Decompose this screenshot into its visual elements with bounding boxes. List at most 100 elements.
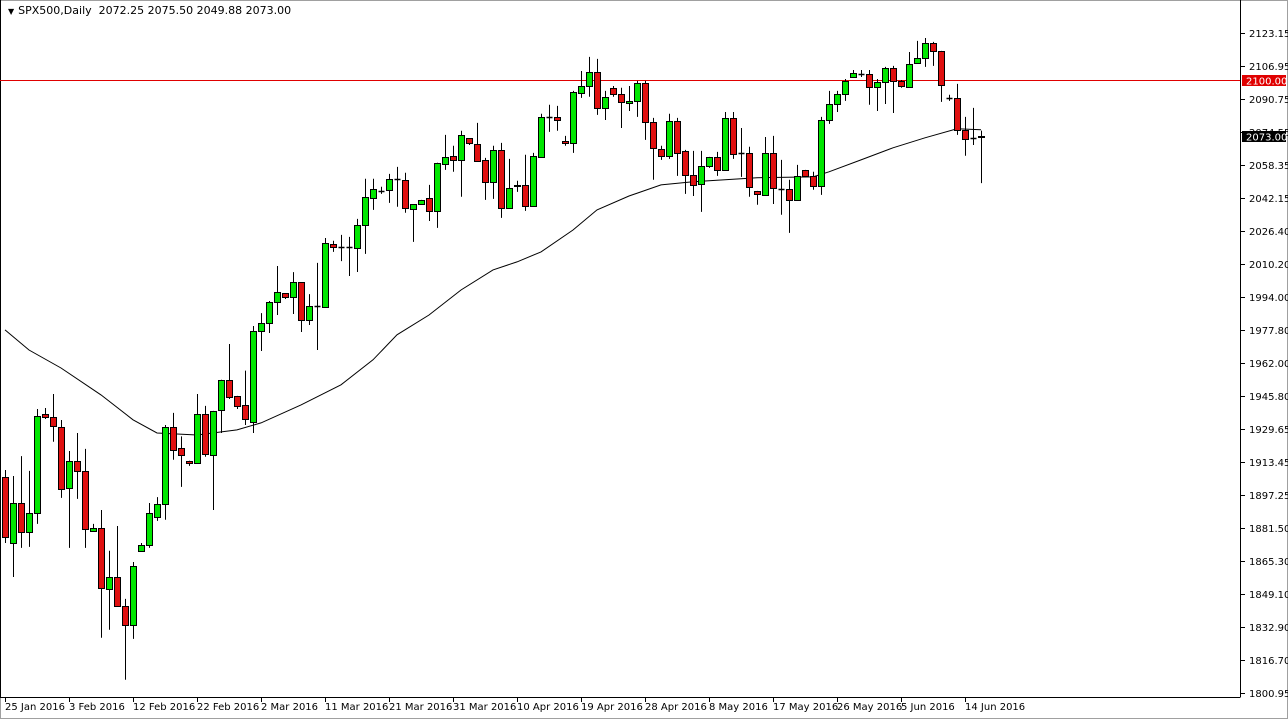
- candle[interactable]: [946, 94, 953, 101]
- candle[interactable]: [370, 178, 377, 210]
- candle[interactable]: [426, 184, 433, 221]
- candle[interactable]: [10, 475, 17, 577]
- candle[interactable]: [378, 186, 385, 194]
- candle[interactable]: [434, 162, 441, 228]
- candle[interactable]: [90, 523, 97, 532]
- candle[interactable]: [266, 301, 273, 333]
- candle[interactable]: [50, 394, 57, 442]
- candle[interactable]: [82, 448, 89, 548]
- candle[interactable]: [234, 395, 241, 409]
- candle[interactable]: [682, 149, 689, 194]
- candle[interactable]: [962, 116, 969, 156]
- candle[interactable]: [194, 394, 201, 464]
- candle[interactable]: [618, 87, 625, 128]
- candle[interactable]: [290, 272, 297, 314]
- candle[interactable]: [34, 408, 41, 524]
- candle[interactable]: [874, 78, 881, 111]
- candle[interactable]: [930, 41, 937, 66]
- candle[interactable]: [522, 154, 529, 211]
- candle[interactable]: [146, 503, 153, 548]
- candle[interactable]: [258, 313, 265, 352]
- candle[interactable]: [506, 158, 513, 209]
- candle[interactable]: [770, 135, 777, 204]
- candle[interactable]: [794, 164, 801, 201]
- candle[interactable]: [114, 525, 121, 607]
- candle[interactable]: [274, 266, 281, 315]
- candle[interactable]: [570, 90, 577, 153]
- candle[interactable]: [450, 145, 457, 172]
- candle[interactable]: [938, 50, 945, 102]
- candle[interactable]: [338, 234, 345, 262]
- candle[interactable]: [674, 117, 681, 176]
- candle[interactable]: [442, 134, 449, 170]
- candle[interactable]: [826, 90, 833, 124]
- candle[interactable]: [722, 111, 729, 171]
- candle[interactable]: [802, 169, 809, 177]
- candle[interactable]: [74, 432, 81, 499]
- candle[interactable]: [730, 111, 737, 159]
- candle[interactable]: [882, 66, 889, 104]
- candle[interactable]: [162, 424, 169, 520]
- candle[interactable]: [330, 240, 337, 252]
- candle[interactable]: [474, 122, 481, 162]
- candle[interactable]: [738, 127, 745, 177]
- candle[interactable]: [18, 456, 25, 548]
- candle[interactable]: [306, 294, 313, 326]
- candle[interactable]: [490, 145, 497, 199]
- candle[interactable]: [26, 470, 33, 547]
- candle[interactable]: [818, 116, 825, 195]
- candle[interactable]: [658, 145, 665, 160]
- candle[interactable]: [626, 85, 633, 111]
- candle[interactable]: [210, 410, 217, 510]
- candle[interactable]: [762, 136, 769, 196]
- candle[interactable]: [970, 107, 977, 145]
- candle[interactable]: [2, 470, 9, 543]
- candle[interactable]: [706, 156, 713, 168]
- candle[interactable]: [514, 180, 521, 192]
- candle[interactable]: [834, 90, 841, 112]
- candle[interactable]: [250, 326, 257, 433]
- candle[interactable]: [154, 497, 161, 521]
- candle[interactable]: [362, 178, 369, 254]
- candle[interactable]: [178, 436, 185, 487]
- candle[interactable]: [810, 171, 817, 190]
- candle[interactable]: [170, 412, 177, 460]
- candle[interactable]: [578, 70, 585, 98]
- candle[interactable]: [666, 113, 673, 159]
- candle[interactable]: [906, 51, 913, 88]
- candle[interactable]: [866, 69, 873, 105]
- candle[interactable]: [226, 344, 233, 399]
- candle[interactable]: [786, 179, 793, 233]
- candle[interactable]: [898, 80, 905, 88]
- candle[interactable]: [314, 262, 321, 350]
- candle[interactable]: [690, 150, 697, 196]
- candle[interactable]: [922, 38, 929, 67]
- candlestick-chart[interactable]: 2123.152106.952090.752074.552058.352042.…: [0, 0, 1288, 719]
- candle[interactable]: [978, 130, 985, 184]
- candle[interactable]: [466, 137, 473, 145]
- candle[interactable]: [914, 40, 921, 64]
- candle[interactable]: [530, 152, 537, 207]
- candle[interactable]: [650, 117, 657, 180]
- candle[interactable]: [610, 85, 617, 97]
- candle[interactable]: [346, 236, 353, 277]
- candle[interactable]: [402, 172, 409, 213]
- candle[interactable]: [602, 90, 609, 120]
- candle[interactable]: [106, 550, 113, 630]
- candle[interactable]: [890, 65, 897, 113]
- candle[interactable]: [418, 199, 425, 205]
- candle[interactable]: [458, 130, 465, 197]
- dropdown-triangle-icon[interactable]: ▼: [8, 7, 14, 16]
- candle[interactable]: [554, 105, 561, 131]
- candle[interactable]: [42, 407, 49, 420]
- candle[interactable]: [746, 146, 753, 197]
- candle[interactable]: [498, 142, 505, 218]
- candle[interactable]: [954, 83, 961, 135]
- candle[interactable]: [138, 542, 145, 552]
- candle[interactable]: [242, 370, 249, 425]
- candle[interactable]: [66, 450, 73, 548]
- candle[interactable]: [642, 80, 649, 140]
- candle[interactable]: [754, 190, 761, 205]
- candle[interactable]: [778, 159, 785, 215]
- candle[interactable]: [58, 420, 65, 498]
